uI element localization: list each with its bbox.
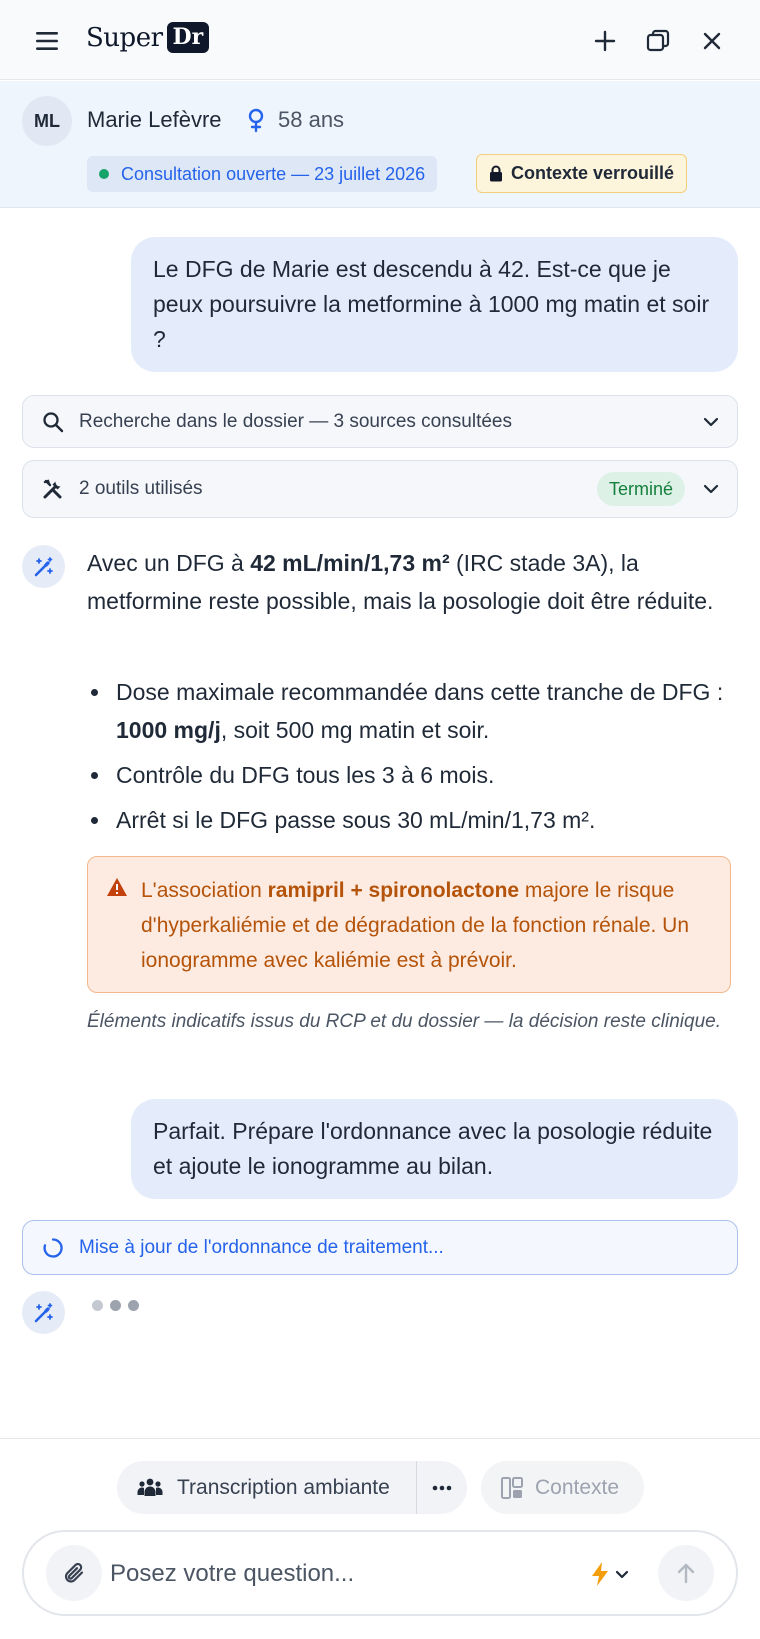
list-item: Dose maximale recommandée dans cette tra… xyxy=(87,673,727,749)
typing-indicator xyxy=(92,1300,139,1311)
send-button[interactable] xyxy=(658,1545,714,1601)
tools-icon xyxy=(43,479,62,499)
disclaimer-note: Éléments indicatifs issus du RCP et du d… xyxy=(87,1011,721,1032)
progress-step-row: Mise à jour de l'ordonnance de traitemen… xyxy=(22,1220,738,1275)
context-layout-icon xyxy=(501,1476,523,1499)
tools-status-badge: Terminé xyxy=(596,472,685,506)
divider xyxy=(0,1438,760,1439)
window-restore-button[interactable] xyxy=(641,24,675,58)
patient-panel: ML Marie Lefèvre 58 ans Consultation ouv… xyxy=(0,81,760,208)
search-step-row[interactable]: Recherche dans le dossier — 3 sources co… xyxy=(22,395,738,448)
lightning-icon xyxy=(592,1562,608,1586)
transcription-button[interactable]: Transcription ambiante xyxy=(117,1461,417,1514)
context-lock-badge[interactable]: Contexte verrouillé xyxy=(476,154,688,193)
female-icon xyxy=(248,108,264,133)
logo-super: Super xyxy=(86,22,163,53)
context-label: Contexte xyxy=(535,1475,620,1499)
mode-selector[interactable] xyxy=(590,1554,630,1594)
app-logo: Super Dr xyxy=(86,22,210,53)
tools-step-label: 2 outils utilisés xyxy=(79,478,203,499)
menu-icon xyxy=(36,32,58,50)
composer xyxy=(22,1530,738,1616)
logo-dr: Dr xyxy=(166,22,210,53)
patient-name: Marie Lefèvre xyxy=(87,107,222,132)
menu-button[interactable] xyxy=(30,26,64,56)
magic-wand-icon xyxy=(34,556,53,576)
consultation-label: Consultation ouverte — 23 juillet 2026 xyxy=(121,163,426,184)
more-options-button[interactable] xyxy=(417,1461,467,1514)
status-dot xyxy=(99,169,109,179)
consultation-badge: Consultation ouverte — 23 juillet 2026 xyxy=(87,156,438,192)
more-horizontal-icon xyxy=(432,1485,452,1490)
context-button[interactable]: Contexte xyxy=(481,1461,644,1514)
progress-step-label: Mise à jour de l'ordonnance de traitemen… xyxy=(79,1236,444,1258)
interaction-warning: L'association ramipril + spironolactone … xyxy=(87,856,731,993)
assistant-avatar xyxy=(22,1291,65,1334)
arrow-up-icon xyxy=(677,1563,695,1584)
close-icon xyxy=(703,32,721,50)
plus-icon xyxy=(594,30,616,52)
chevron-down-icon xyxy=(703,484,719,494)
attach-button[interactable] xyxy=(46,1545,102,1601)
chevron-down-icon xyxy=(615,1570,629,1579)
new-chat-button[interactable] xyxy=(588,24,622,58)
top-bar: Super Dr xyxy=(0,0,760,80)
patient-avatar: ML xyxy=(22,96,72,146)
magic-wand-icon xyxy=(34,1302,53,1322)
window-restore-icon xyxy=(646,29,670,52)
patient-age: 58 ans xyxy=(278,107,345,132)
chevron-down-icon xyxy=(703,417,719,426)
search-icon xyxy=(43,411,64,432)
transcription-label: Transcription ambiante xyxy=(177,1475,390,1499)
context-lock-label: Contexte verrouillé xyxy=(511,163,675,183)
transcription-control: Transcription ambiante xyxy=(117,1461,467,1514)
user-message: Le DFG de Marie est descendu à 42. Est-c… xyxy=(131,237,738,372)
list-item: Contrôle du DFG tous les 3 à 6 mois. xyxy=(87,756,727,794)
question-input[interactable] xyxy=(110,1552,540,1596)
assistant-answer-paragraph: Avec un DFG à 42 mL/min/1,73 m² (IRC sta… xyxy=(87,550,714,614)
users-icon xyxy=(137,1478,163,1496)
list-item: Arrêt si le DFG passe sous 30 mL/min/1,7… xyxy=(87,801,727,839)
paperclip-icon xyxy=(64,1562,84,1583)
warning-icon xyxy=(107,878,127,896)
lock-icon xyxy=(490,165,502,182)
assistant-avatar xyxy=(22,545,65,588)
close-button[interactable] xyxy=(695,24,729,58)
spinner-icon xyxy=(43,1237,63,1258)
user-message: Parfait. Prépare l'ordonnance avec la po… xyxy=(131,1099,738,1199)
tools-step-row[interactable]: 2 outils utilisés Terminé xyxy=(22,460,738,518)
search-step-label: Recherche dans le dossier — 3 sources co… xyxy=(79,410,513,432)
assistant-answer-list: Dose maximale recommandée dans cette tra… xyxy=(87,673,727,846)
